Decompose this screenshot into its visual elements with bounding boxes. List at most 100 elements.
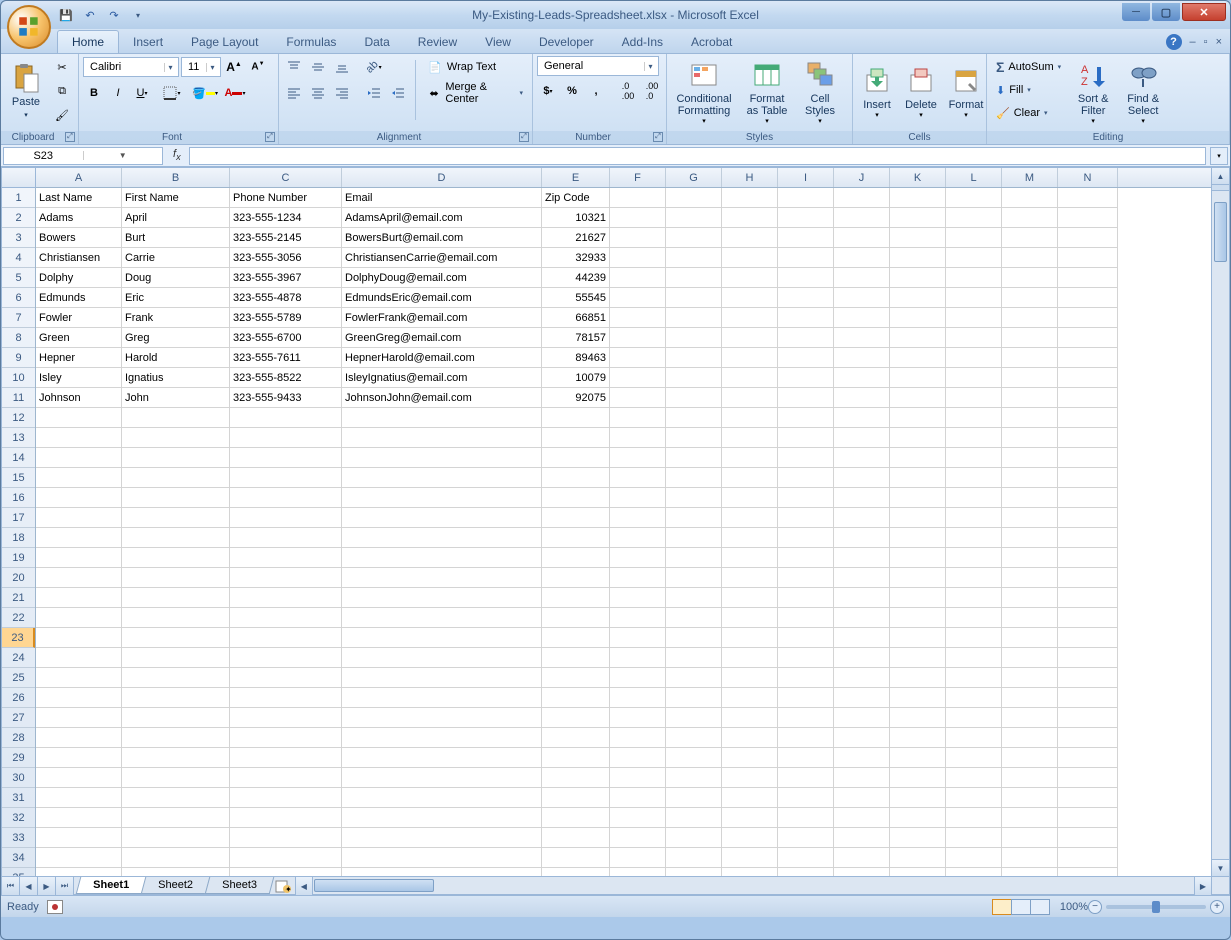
cell[interactable] — [122, 708, 230, 728]
cell[interactable] — [36, 808, 122, 828]
cell[interactable] — [1058, 408, 1118, 428]
row-header[interactable]: 9 — [2, 348, 35, 368]
row-header[interactable]: 5 — [2, 268, 35, 288]
cell[interactable] — [610, 568, 666, 588]
col-header[interactable]: F — [610, 168, 666, 187]
cell[interactable] — [542, 628, 610, 648]
hscroll-thumb[interactable] — [314, 879, 434, 892]
tab-view[interactable]: View — [471, 31, 525, 53]
cell[interactable] — [542, 768, 610, 788]
cell[interactable] — [834, 528, 890, 548]
cell[interactable] — [230, 708, 342, 728]
cell[interactable] — [890, 748, 946, 768]
cell[interactable]: JohnsonJohn@email.com — [342, 388, 542, 408]
cell[interactable]: Email — [342, 188, 542, 208]
cell[interactable] — [1002, 468, 1058, 488]
zoom-out-button[interactable]: − — [1088, 900, 1102, 914]
cell[interactable]: Zip Code — [542, 188, 610, 208]
cell[interactable] — [542, 448, 610, 468]
cell[interactable] — [722, 648, 778, 668]
cell[interactable]: Frank — [122, 308, 230, 328]
cell[interactable] — [722, 348, 778, 368]
cell[interactable] — [1058, 228, 1118, 248]
cell[interactable] — [946, 768, 1002, 788]
row-headers[interactable]: 1234567891011121314151617181920212223242… — [2, 188, 36, 876]
select-all-corner[interactable] — [2, 168, 36, 188]
cell[interactable] — [542, 708, 610, 728]
cell[interactable] — [778, 768, 834, 788]
cell[interactable] — [542, 688, 610, 708]
cell[interactable] — [834, 848, 890, 868]
cell[interactable] — [778, 448, 834, 468]
cell[interactable] — [610, 648, 666, 668]
cell[interactable] — [778, 488, 834, 508]
cell[interactable] — [542, 788, 610, 808]
align-right-button[interactable] — [331, 82, 353, 104]
cell[interactable] — [946, 308, 1002, 328]
cell[interactable] — [666, 568, 722, 588]
row-header[interactable]: 30 — [2, 768, 35, 788]
cell[interactable] — [1058, 688, 1118, 708]
cell[interactable] — [666, 688, 722, 708]
cell[interactable] — [1002, 668, 1058, 688]
cell[interactable] — [834, 568, 890, 588]
row-header[interactable]: 31 — [2, 788, 35, 808]
cell[interactable] — [666, 268, 722, 288]
cell[interactable] — [778, 708, 834, 728]
col-header[interactable]: G — [666, 168, 722, 187]
cell[interactable] — [230, 448, 342, 468]
cell[interactable] — [722, 768, 778, 788]
cell[interactable] — [890, 268, 946, 288]
cell[interactable] — [342, 608, 542, 628]
cell[interactable] — [542, 668, 610, 688]
cell[interactable] — [1058, 848, 1118, 868]
cell[interactable] — [542, 468, 610, 488]
cell[interactable] — [122, 448, 230, 468]
cell[interactable] — [230, 828, 342, 848]
cell[interactable] — [890, 628, 946, 648]
cell[interactable] — [778, 188, 834, 208]
cell[interactable] — [834, 428, 890, 448]
cell[interactable] — [230, 588, 342, 608]
cell[interactable] — [666, 848, 722, 868]
cell[interactable] — [610, 548, 666, 568]
cell[interactable] — [610, 468, 666, 488]
cell[interactable] — [666, 248, 722, 268]
cell[interactable] — [946, 608, 1002, 628]
redo-button[interactable]: ↷ — [105, 6, 123, 24]
cell[interactable] — [342, 748, 542, 768]
cell[interactable]: 44239 — [542, 268, 610, 288]
row-header[interactable]: 20 — [2, 568, 35, 588]
row-header[interactable]: 26 — [2, 688, 35, 708]
cell[interactable] — [122, 488, 230, 508]
restore-workbook-icon[interactable]: ▫ — [1204, 36, 1208, 48]
cell[interactable] — [890, 548, 946, 568]
cell[interactable] — [722, 668, 778, 688]
cell[interactable] — [834, 188, 890, 208]
cell[interactable] — [1058, 268, 1118, 288]
cell[interactable] — [542, 848, 610, 868]
cell[interactable] — [666, 548, 722, 568]
cell[interactable]: 323-555-2145 — [230, 228, 342, 248]
cell[interactable] — [36, 508, 122, 528]
cell[interactable] — [610, 508, 666, 528]
cell[interactable] — [890, 468, 946, 488]
cell[interactable] — [722, 228, 778, 248]
cell[interactable] — [342, 628, 542, 648]
col-header[interactable]: M — [1002, 168, 1058, 187]
row-header[interactable]: 11 — [2, 388, 35, 408]
cell[interactable] — [1058, 548, 1118, 568]
cell[interactable] — [542, 568, 610, 588]
cell[interactable] — [610, 608, 666, 628]
cell[interactable]: 323-555-4878 — [230, 288, 342, 308]
cell[interactable] — [946, 428, 1002, 448]
cell[interactable] — [1058, 588, 1118, 608]
col-header[interactable]: I — [778, 168, 834, 187]
cell[interactable] — [610, 368, 666, 388]
cell[interactable]: Bowers — [36, 228, 122, 248]
cell[interactable] — [834, 328, 890, 348]
cell[interactable] — [342, 588, 542, 608]
cell[interactable] — [722, 308, 778, 328]
cell[interactable] — [946, 808, 1002, 828]
cell[interactable] — [122, 788, 230, 808]
